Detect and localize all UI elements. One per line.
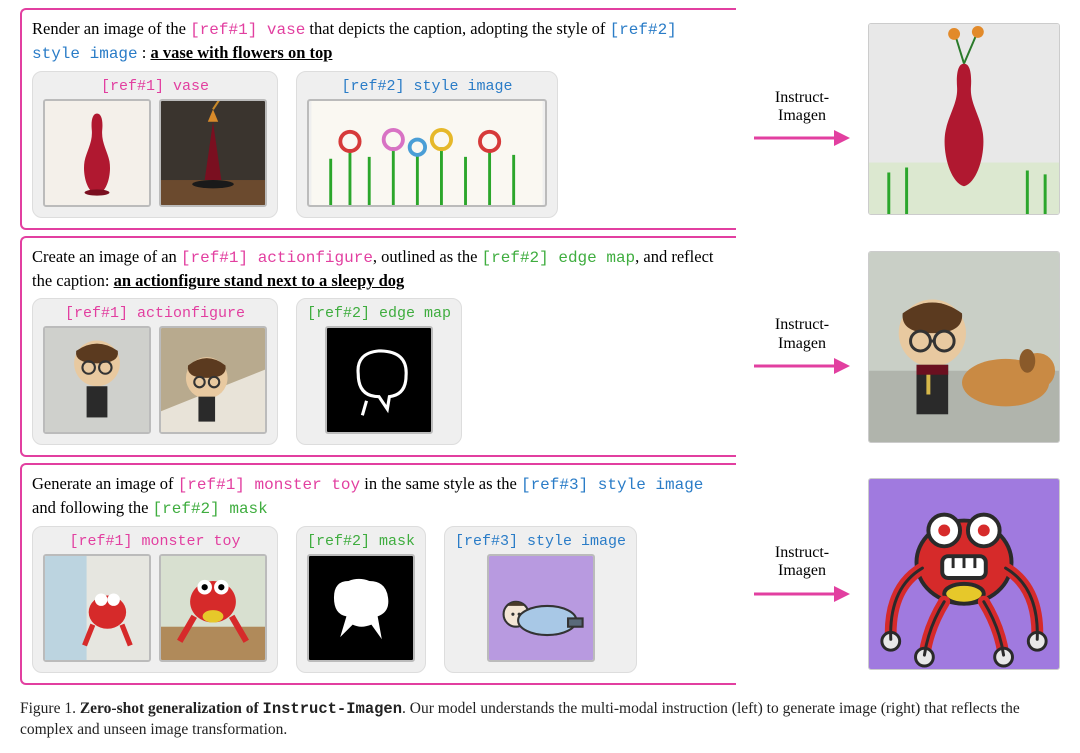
vase-thumbnail-1 <box>43 99 151 207</box>
caption-title: Zero-shot generalization of <box>80 700 263 717</box>
ref3-token: [ref#3] style image <box>521 476 703 494</box>
thumbnails <box>487 554 595 662</box>
style-thumbnail <box>307 99 547 207</box>
thumbnails <box>307 554 415 662</box>
arrow-icon <box>752 355 852 377</box>
example-row: Render an image of the [ref#1] vase that… <box>20 8 1060 230</box>
text: Render an image of the <box>32 19 190 38</box>
arrow-label: Instruct-Imagen <box>775 544 829 581</box>
output-image <box>868 251 1060 443</box>
reference-label: [ref#1] vase <box>101 78 209 95</box>
ref2-token: [ref#2] mask <box>153 500 268 518</box>
reference-group: [ref#1] vase [ref#2] style image <box>32 71 726 218</box>
ref2-token: [ref#2] edge map <box>482 249 636 267</box>
reference-label: [ref#2] edge map <box>307 305 451 322</box>
arrow-column: Instruct-Imagen <box>742 544 862 605</box>
reference-label: [ref#1] monster toy <box>69 533 240 550</box>
thumbnails <box>43 326 267 434</box>
thumbnails <box>307 99 547 207</box>
arrow-label: Instruct-Imagen <box>775 89 829 126</box>
reference-box: [ref#1] monster toy <box>32 526 278 673</box>
thumbnails <box>43 99 267 207</box>
arrow-column: Instruct-Imagen <box>742 89 862 150</box>
text: in the same style as the <box>360 474 521 493</box>
figure-caption: Figure 1. Zero-shot generalization of In… <box>20 699 1060 741</box>
text: and following the <box>32 498 153 517</box>
reference-group: [ref#1] monster toy <box>32 526 726 673</box>
toy-thumbnail-2 <box>159 554 267 662</box>
reference-label: [ref#2] style image <box>341 78 512 95</box>
figure-thumbnail-1 <box>43 326 151 434</box>
toy-thumbnail-1 <box>43 554 151 662</box>
instruction-panel: Generate an image of [ref#1] monster toy… <box>20 463 736 685</box>
instruction-panel: Create an image of an [ref#1] actionfigu… <box>20 236 736 457</box>
text: , outlined as the <box>373 247 482 266</box>
instruction-caption: a vase with flowers on top <box>150 43 332 62</box>
instruction-text: Create an image of an [ref#1] actionfigu… <box>32 246 726 292</box>
caption-model-name: Instruct-Imagen <box>263 700 403 718</box>
instruction-caption: an actionfigure stand next to a sleepy d… <box>114 271 405 290</box>
reference-box: [ref#1] actionfigure <box>32 298 278 445</box>
reference-box: [ref#2] edge map <box>296 298 462 445</box>
output-image <box>868 23 1060 215</box>
instruction-panel: Render an image of the [ref#1] vase that… <box>20 8 736 230</box>
vase-thumbnail-2 <box>159 99 267 207</box>
arrow-label: Instruct-Imagen <box>775 316 829 353</box>
text: Generate an image of <box>32 474 178 493</box>
text: Create an image of an <box>32 247 181 266</box>
arrow-column: Instruct-Imagen <box>742 316 862 377</box>
ref1-token: [ref#1] monster toy <box>178 476 360 494</box>
example-row: Generate an image of [ref#1] monster toy… <box>20 463 1060 685</box>
ref1-token: [ref#1] vase <box>190 21 305 39</box>
style-thumbnail <box>487 554 595 662</box>
figure-thumbnail-2 <box>159 326 267 434</box>
reference-box: [ref#1] vase <box>32 71 278 218</box>
reference-group: [ref#1] actionfigure <box>32 298 726 445</box>
arrow-icon <box>752 583 852 605</box>
ref1-token: [ref#1] actionfigure <box>181 249 373 267</box>
text: that depicts the caption, adopting the s… <box>305 19 609 38</box>
edgemap-thumbnail <box>325 326 433 434</box>
figure: Render an image of the [ref#1] vase that… <box>20 8 1060 741</box>
reference-label: [ref#3] style image <box>455 533 626 550</box>
reference-box: [ref#2] mask <box>296 526 426 673</box>
reference-box: [ref#2] style image <box>296 71 558 218</box>
figure-number: Figure 1. <box>20 700 76 717</box>
text: : <box>138 43 151 62</box>
reference-label: [ref#1] actionfigure <box>65 305 245 322</box>
thumbnails <box>325 326 433 434</box>
arrow-icon <box>752 127 852 149</box>
thumbnails <box>43 554 267 662</box>
mask-thumbnail <box>307 554 415 662</box>
output-image <box>868 478 1060 670</box>
reference-label: [ref#2] mask <box>307 533 415 550</box>
example-row: Create an image of an [ref#1] actionfigu… <box>20 236 1060 457</box>
instruction-text: Render an image of the [ref#1] vase that… <box>32 18 726 65</box>
instruction-text: Generate an image of [ref#1] monster toy… <box>32 473 726 520</box>
reference-box: [ref#3] style image <box>444 526 637 673</box>
